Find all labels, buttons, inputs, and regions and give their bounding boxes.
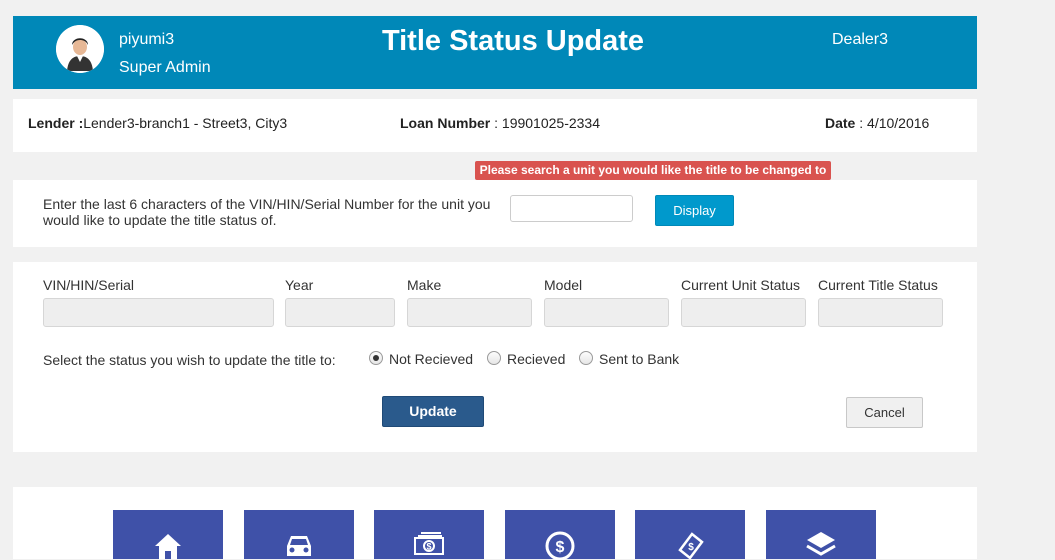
radio-sent-to-bank-label[interactable]: Sent to Bank — [599, 351, 679, 367]
nav-finance[interactable]: $ — [505, 510, 615, 560]
lender-info: Lender :Lender3-branch1 - Street3, City3 — [28, 115, 287, 131]
vin-search-input[interactable] — [510, 195, 633, 222]
model-field — [544, 298, 669, 327]
layers-icon — [806, 532, 836, 556]
loan-info-bar: Lender :Lender3-branch1 - Street3, City3… — [13, 99, 977, 152]
unit-status-field — [681, 298, 806, 327]
radio-received-label[interactable]: Recieved — [507, 351, 565, 367]
page-header: piyumi3 Super Admin Title Status Update … — [13, 16, 977, 89]
radio-not-received-label[interactable]: Not Recieved — [389, 351, 473, 367]
nav-vehicles[interactable] — [244, 510, 354, 559]
page-title-text: Title Status Update — [381, 25, 645, 57]
loan-number-label: Loan Number — [400, 115, 491, 131]
cancel-button[interactable]: Cancel — [846, 397, 923, 428]
search-alert-badge: Please search a unit you would like the … — [475, 161, 831, 180]
money-icon: $ — [414, 532, 444, 555]
year-field — [285, 298, 395, 327]
year-label: Year — [285, 277, 314, 293]
loan-number-value: : 19901025-2334 — [490, 115, 600, 131]
status-prompt: Select the status you wish to update the… — [43, 352, 336, 368]
make-field — [407, 298, 532, 327]
lender-label: Lender : — [28, 115, 84, 131]
title-status-label: Current Title Status — [818, 277, 938, 293]
title-status-field — [818, 298, 943, 327]
lender-value: Lender3-branch1 - Street3, City3 — [83, 115, 288, 131]
radio-not-received[interactable] — [369, 351, 383, 365]
nav-payments[interactable]: $ — [374, 510, 484, 559]
nav-inventory[interactable] — [766, 510, 876, 559]
home-icon — [155, 534, 181, 559]
make-label: Make — [407, 277, 442, 293]
nav-home[interactable] — [113, 510, 223, 559]
vin-label: VIN/HIN/Serial — [43, 277, 135, 293]
radio-sent-to-bank[interactable] — [579, 351, 593, 365]
svg-text:$: $ — [556, 539, 565, 556]
nav-transactions[interactable]: $ — [635, 510, 745, 560]
payment-icon: $ — [678, 532, 704, 560]
model-label: Model — [544, 277, 583, 293]
dealer-name: Dealer3 — [832, 31, 889, 48]
display-button[interactable]: Display — [655, 195, 734, 226]
update-button[interactable]: Update — [382, 396, 484, 427]
dollar-circle-icon: $ — [545, 531, 575, 560]
user-role: Super Admin — [119, 59, 211, 76]
svg-text:$: $ — [426, 542, 431, 552]
date-label: Date — [825, 115, 856, 131]
car-icon — [287, 536, 311, 556]
svg-text:$: $ — [688, 542, 694, 553]
loan-number-info: Loan Number : 19901025-2334 — [400, 115, 600, 131]
search-panel: Enter the last 6 characters of the VIN/H… — [13, 180, 977, 247]
date-value: : 4/10/2016 — [855, 115, 930, 131]
radio-received[interactable] — [487, 351, 501, 365]
search-instruction: Enter the last 6 characters of the VIN/H… — [43, 196, 491, 228]
unit-status-label: Current Unit Status — [681, 277, 801, 293]
vin-field — [43, 298, 274, 327]
unit-detail-panel: VIN/HIN/Serial Year Make Model Current U… — [13, 262, 977, 452]
date-info: Date : 4/10/2016 — [825, 115, 929, 131]
bottom-nav-panel: $ $ $ — [13, 487, 977, 560]
